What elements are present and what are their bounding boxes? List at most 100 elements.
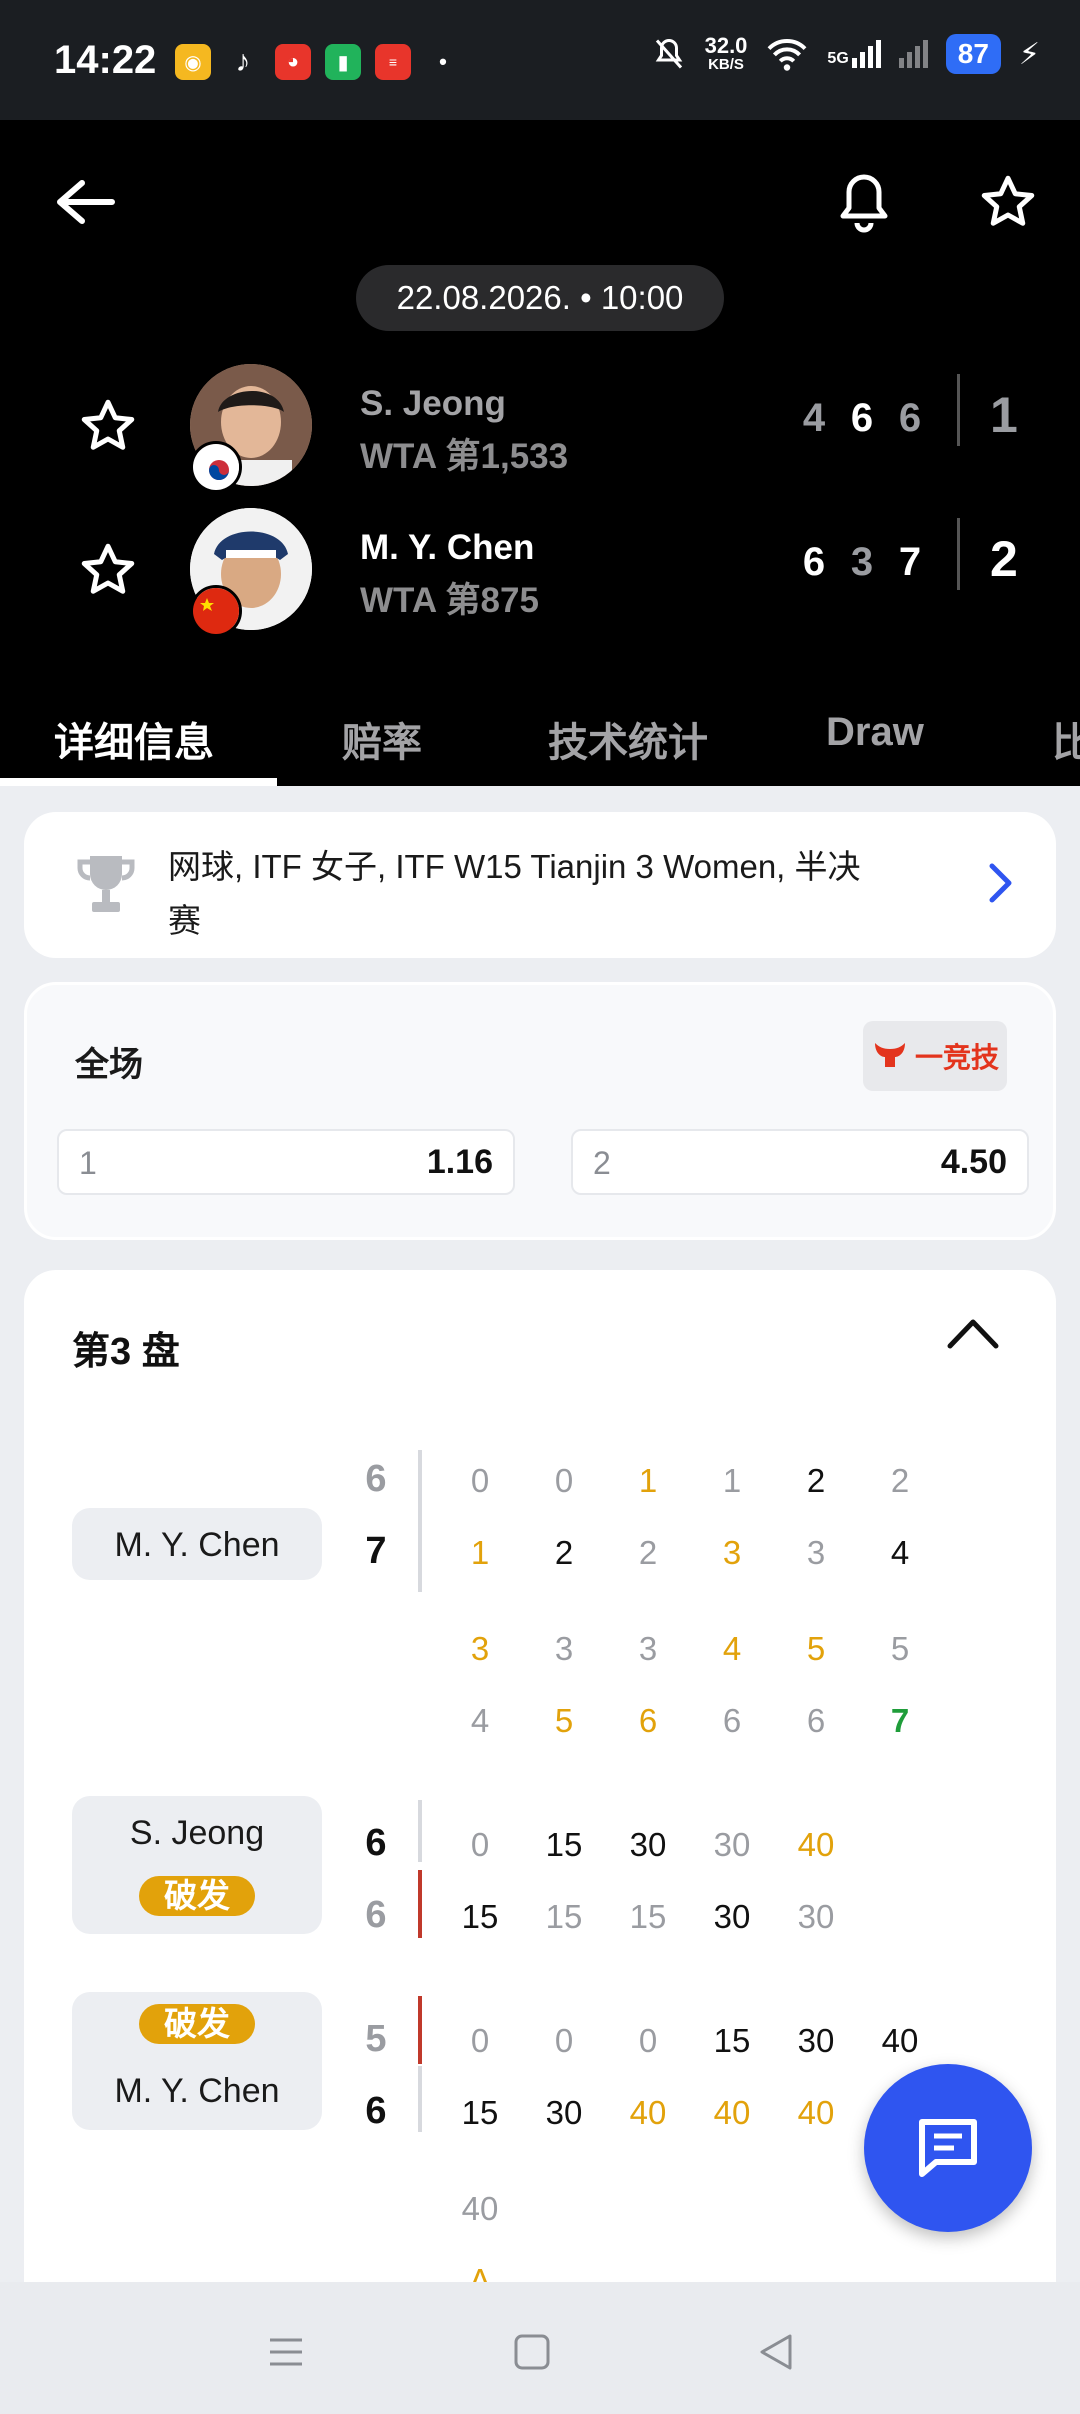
- chevron-up-icon[interactable]: [946, 1316, 1000, 1350]
- notification-icons: ◉ ♪ ◕ ▮ ≡ •: [175, 44, 461, 80]
- point-score: 30: [713, 1826, 751, 1863]
- player-row-1[interactable]: S. Jeong WTA 第1,533 4 6 6 1: [0, 356, 1080, 493]
- home-button[interactable]: [502, 2322, 562, 2382]
- notification-button[interactable]: [822, 160, 906, 244]
- charging-icon: ⚡: [1018, 37, 1040, 71]
- point-score: A: [468, 2262, 491, 2282]
- tab-stats[interactable]: 技术统计: [548, 710, 708, 768]
- point-score: 15: [713, 2022, 751, 2059]
- point-score: 7: [890, 1702, 910, 1739]
- point-score: 4: [722, 1630, 742, 1667]
- point-score: 30: [713, 1898, 751, 1935]
- break-marker: [418, 1996, 422, 2064]
- bookmaker-logo[interactable]: 一竞技: [863, 1021, 1007, 1091]
- point-score: 0: [470, 1462, 490, 1499]
- weibo-icon: ◉: [175, 44, 211, 80]
- recents-button[interactable]: [256, 2322, 316, 2382]
- set-scores: 6 3 7: [790, 540, 934, 585]
- point-score: 4: [890, 1534, 910, 1571]
- competition-card[interactable]: 网球, ITF 女子, ITF W15 Tianjin 3 Women, 半决 …: [24, 812, 1056, 958]
- point-score: 2: [638, 1534, 658, 1571]
- korea-flag-icon: [190, 441, 242, 493]
- tab-details[interactable]: 详细信息: [54, 710, 214, 768]
- odds-option-away[interactable]: 2 4.50: [571, 1129, 1029, 1195]
- point-score: 5: [554, 1702, 574, 1739]
- tiktok-icon: ♪: [235, 45, 251, 78]
- player-pill: S. Jeong 破发: [72, 1796, 322, 1934]
- point-score: 0: [470, 1826, 490, 1863]
- point-score: 0: [554, 2022, 574, 2059]
- set-score: 6: [802, 540, 826, 584]
- net-speed: 32.0 KB/S: [704, 33, 748, 73]
- player-pill: M. Y. Chen: [72, 1508, 322, 1580]
- menu-icon: [270, 2338, 302, 2366]
- game-score: 6: [365, 1822, 387, 1864]
- point-score: 6: [722, 1702, 742, 1739]
- point-score: 6: [638, 1702, 658, 1739]
- back-nav-button[interactable]: [746, 2322, 806, 2382]
- game-score: 6: [365, 1894, 387, 1936]
- point-score: 3: [554, 1630, 574, 1667]
- point-score: 30: [545, 2094, 583, 2131]
- odds-option-home[interactable]: 1 1.16: [57, 1129, 515, 1195]
- player-name: S. Jeong: [360, 384, 506, 423]
- wifi-icon: [768, 39, 807, 71]
- set-score: 6: [898, 396, 922, 440]
- score-divider: [957, 518, 960, 590]
- point-score: 3: [470, 1630, 490, 1667]
- trophy-icon: [77, 856, 135, 912]
- point-score: 40: [881, 2022, 919, 2059]
- star-icon: [81, 543, 135, 594]
- favorite-player-button[interactable]: [70, 388, 146, 464]
- game-score: 6: [365, 1458, 387, 1500]
- tab-draw[interactable]: Draw: [826, 710, 924, 755]
- bell-icon: [840, 174, 888, 233]
- point-score: 1: [638, 1462, 658, 1499]
- point-score: 0: [470, 2022, 490, 2059]
- set-score: 7: [898, 540, 922, 584]
- chat-button[interactable]: [864, 2064, 1032, 2232]
- arrow-left-icon: [57, 180, 115, 224]
- chevron-right-icon: [989, 863, 1012, 903]
- set-score: 6: [850, 396, 874, 440]
- point-score: 0: [638, 2022, 658, 2059]
- china-flag-icon: [190, 585, 242, 637]
- set-score: 4: [802, 396, 826, 440]
- game-score: 6: [365, 2090, 387, 2132]
- point-score: 3: [638, 1630, 658, 1667]
- point-score: 40: [461, 2190, 499, 2227]
- news-app-icon: ≡: [375, 44, 411, 80]
- point-score: 40: [797, 2094, 835, 2131]
- point-score: 2: [890, 1462, 910, 1499]
- player-pill: 破发 M. Y. Chen: [72, 1992, 322, 2130]
- point-score: 2: [554, 1534, 574, 1571]
- point-score: 40: [797, 1826, 835, 1863]
- point-score: 40: [713, 2094, 751, 2131]
- set-score: 3: [850, 540, 874, 584]
- back-button[interactable]: [42, 160, 126, 244]
- mute-icon: [655, 38, 682, 69]
- point-score: 3: [722, 1534, 742, 1571]
- star-icon: [81, 399, 135, 450]
- point-score: 5: [890, 1630, 910, 1667]
- point-score: 1: [722, 1462, 742, 1499]
- chat-icon: [919, 2119, 977, 2177]
- favorite-player-button[interactable]: [70, 532, 146, 608]
- score-separator: [418, 2066, 422, 2132]
- app-icon: ◕: [275, 44, 311, 80]
- favorite-match-button[interactable]: [966, 160, 1050, 244]
- game-score: 5: [365, 2018, 387, 2060]
- game-score: 7: [365, 1530, 387, 1572]
- player-rank: WTA 第1,533: [360, 437, 569, 476]
- star-icon: [981, 175, 1035, 226]
- active-tab-indicator: [0, 778, 277, 786]
- point-score: 15: [461, 1898, 499, 1935]
- match-datetime: 22.08.2026. • 10:00: [356, 265, 724, 331]
- point-score: 40: [629, 2094, 667, 2131]
- tab-odds[interactable]: 赔率: [342, 710, 422, 768]
- player-row-2[interactable]: M. Y. Chen WTA 第875 6 3 7 2: [0, 500, 1080, 637]
- signal2-icon: [898, 40, 928, 68]
- point-score: 30: [797, 2022, 835, 2059]
- tab-more[interactable]: 比: [1052, 710, 1080, 768]
- point-score: 15: [629, 1898, 667, 1935]
